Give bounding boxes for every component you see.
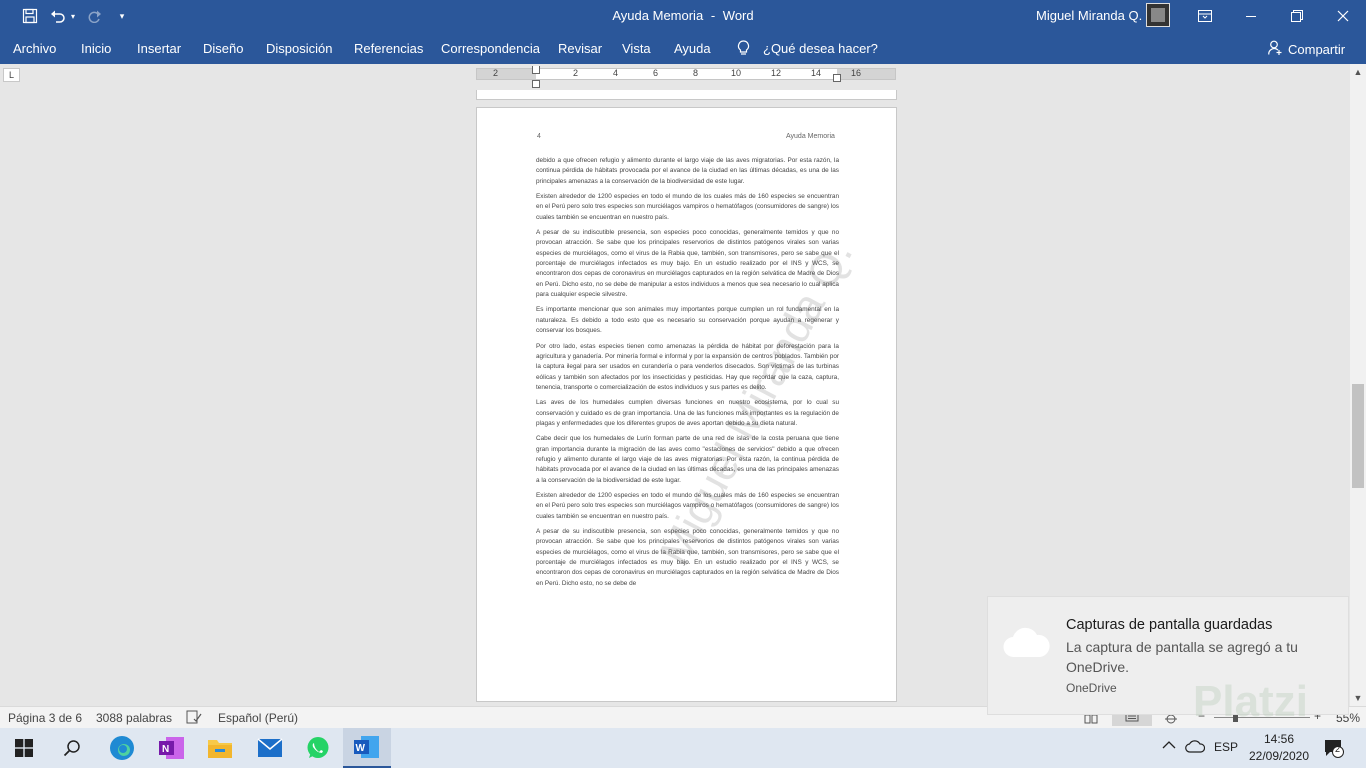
tab-insertar[interactable]: Insertar (137, 41, 181, 56)
toast-message: La captura de pantalla se agregó a tu On… (1066, 639, 1298, 675)
word-count[interactable]: 3088 palabras (96, 711, 172, 725)
paragraph: Es importante mencionar que son animales… (536, 306, 839, 335)
document-title: Ayuda Memoria (612, 8, 704, 23)
vertical-scrollbar[interactable]: ▲ ▼ (1350, 64, 1366, 706)
toast-title: Capturas de pantalla guardadas (1066, 617, 1273, 633)
whatsapp-icon[interactable] (294, 728, 342, 768)
ruler-number: 6 (653, 68, 659, 78)
tab-archivo[interactable]: Archivo (13, 41, 56, 56)
web-layout-icon[interactable] (1164, 713, 1178, 727)
tab-stop-selector[interactable]: L (3, 68, 20, 82)
search-icon[interactable] (48, 728, 96, 768)
customize-quick-access-icon[interactable]: ▾ (114, 7, 130, 25)
svg-text:W: W (356, 743, 366, 754)
paragraph: A pesar de su indiscutible presencia, so… (536, 528, 839, 587)
ruler-number: 8 (693, 68, 699, 78)
restore-button[interactable] (1274, 0, 1320, 32)
edge-browser-icon[interactable] (98, 728, 146, 768)
file-explorer-icon[interactable] (196, 728, 244, 768)
previous-page-bottom (476, 90, 897, 100)
paragraph: Por otro lado, estas especies tienen com… (536, 342, 839, 391)
ruler-number: 10 (731, 68, 742, 78)
ruler-number: 4 (613, 68, 619, 78)
title-bar: ▾ ▾ Ayuda Memoria - Word Miguel Miranda … (0, 0, 1366, 32)
page-header: Ayuda Memoria (786, 133, 835, 140)
undo-dropdown-icon[interactable]: ▾ (68, 7, 78, 25)
tab-revisar[interactable]: Revisar (558, 41, 602, 56)
tab-diseno[interactable]: Diseño (203, 41, 243, 56)
proofing-icon[interactable] (186, 710, 202, 727)
onedrive-cloud-icon (1002, 627, 1052, 659)
tab-disposicion[interactable]: Disposición (266, 41, 332, 56)
ruler-number: 2 (493, 68, 499, 78)
notification-center-icon[interactable]: 2 (1324, 738, 1344, 761)
onedrive-tray-icon[interactable] (1185, 740, 1206, 756)
ruler-number: 12 (771, 68, 782, 78)
page-info[interactable]: Página 3 de 6 (8, 711, 82, 725)
paragraph: Existen alrededor de 1200 especies en to… (536, 193, 839, 221)
taskbar: N W ESP 14:56 22/09/2020 2 (0, 728, 1366, 768)
horizontal-ruler[interactable]: 2 2 4 6 8 10 12 14 16 (476, 66, 896, 88)
tab-referencias[interactable]: Referencias (354, 41, 423, 56)
mail-icon[interactable] (246, 728, 294, 768)
ruler-right-margin (837, 69, 895, 79)
page-body[interactable]: debido a que ofrecen refugio y alimento … (536, 156, 839, 594)
app-name: Word (722, 8, 754, 23)
first-line-indent-marker[interactable] (532, 66, 540, 74)
document-page[interactable]: 4 Ayuda Memoria Miguel Miranda Q. debido… (476, 107, 897, 702)
ruler-number: 2 (573, 68, 579, 78)
minimize-button[interactable] (1228, 0, 1274, 32)
ribbon-tabs: Archivo Inicio Insertar Diseño Disposici… (0, 32, 1366, 64)
read-mode-icon[interactable] (1084, 713, 1098, 727)
save-icon[interactable] (20, 7, 40, 25)
toast-notification[interactable]: Capturas de pantalla guardadas La captur… (987, 596, 1349, 726)
scrollbar-thumb[interactable] (1352, 384, 1364, 488)
clock-time: 14:56 (1263, 732, 1295, 746)
tab-vista[interactable]: Vista (622, 41, 651, 56)
share-label: Compartir (1288, 41, 1346, 57)
ruler-left-margin (477, 69, 536, 79)
avatar[interactable] (1146, 3, 1170, 27)
paragraph: A pesar de su indiscutible presencia, so… (536, 229, 839, 299)
undo-icon[interactable] (48, 7, 68, 25)
windows-start-icon[interactable] (0, 728, 48, 768)
paragraph: Existen alrededor de 1200 especies en to… (536, 491, 839, 520)
lightbulb-icon (737, 40, 750, 59)
scroll-down-arrow-icon[interactable]: ▼ (1350, 690, 1366, 706)
ruler-number: 14 (811, 68, 822, 78)
platzi-logo: Platzi (1193, 677, 1308, 726)
tell-me-search[interactable]: ¿Qué desea hacer? (763, 41, 878, 56)
person-add-icon (1268, 40, 1282, 58)
paragraph: Cabe decir que los humedales de Lurín fo… (536, 435, 839, 484)
ribbon-display-options-icon[interactable] (1182, 0, 1228, 32)
notification-count: 2 (1335, 744, 1341, 754)
title-separator: - (710, 8, 716, 23)
user-name[interactable]: Miguel Miranda Q. (1036, 8, 1142, 23)
word-taskbar-icon[interactable]: W (343, 728, 391, 768)
language[interactable]: Español (Perú) (218, 711, 298, 725)
scroll-up-arrow-icon[interactable]: ▲ (1350, 64, 1366, 80)
tab-ayuda[interactable]: Ayuda (674, 41, 711, 56)
tab-inicio[interactable]: Inicio (81, 41, 111, 56)
toast-app-name: OneDrive (1066, 681, 1117, 695)
tab-correspondencia[interactable]: Correspondencia (441, 41, 540, 56)
onenote-icon[interactable]: N (148, 728, 196, 768)
redo-icon[interactable] (84, 7, 104, 25)
left-indent-marker[interactable] (532, 80, 540, 88)
show-hidden-icons-chevron-icon[interactable] (1162, 739, 1176, 753)
system-clock[interactable]: 14:56 22/09/2020 (1245, 731, 1313, 765)
right-indent-marker[interactable] (833, 74, 841, 82)
paragraph: Las aves de los humedales cumplen divers… (536, 399, 839, 427)
clock-date: 22/09/2020 (1248, 749, 1310, 763)
share-button[interactable]: Compartir (1268, 40, 1345, 58)
input-language[interactable]: ESP (1214, 740, 1238, 754)
close-button[interactable] (1320, 0, 1366, 32)
page-number: 4 (537, 133, 541, 140)
paragraph: debido a que ofrecen refugio y alimento … (536, 157, 839, 185)
ruler-number: 16 (851, 68, 862, 78)
svg-text:N: N (162, 744, 169, 755)
